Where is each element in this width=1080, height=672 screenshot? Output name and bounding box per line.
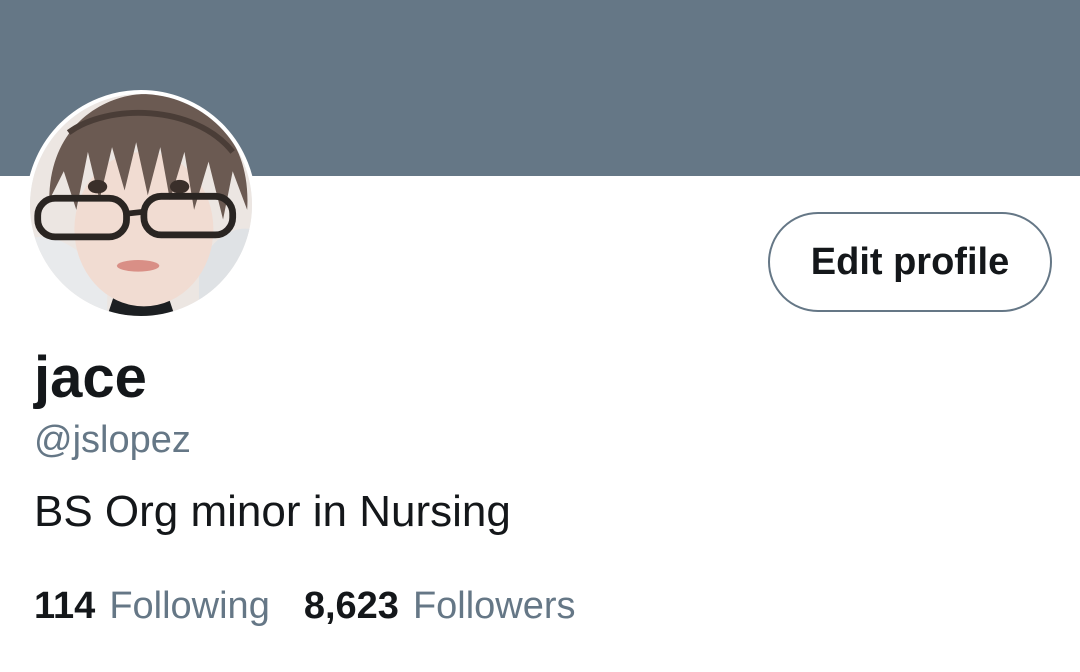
profile-header: Edit profile jace @jslopez BS Org minor … xyxy=(0,0,1080,672)
follow-stats: 114 Following 8,623 Followers xyxy=(34,584,576,630)
avatar[interactable] xyxy=(26,90,256,320)
edit-profile-button[interactable]: Edit profile xyxy=(768,212,1052,312)
display-name: jace xyxy=(34,345,147,410)
avatar-photo xyxy=(30,94,252,316)
following-link[interactable]: 114 Following xyxy=(34,584,270,630)
username-handle: @jslopez xyxy=(34,419,191,461)
followers-label: Followers xyxy=(412,585,576,627)
following-label: Following xyxy=(109,585,270,627)
followers-count: 8,623 xyxy=(303,585,399,627)
followers-link[interactable]: 8,623 Followers xyxy=(304,584,576,630)
profile-bio: BS Org minor in Nursing xyxy=(34,487,511,536)
following-count: 114 xyxy=(34,585,96,627)
